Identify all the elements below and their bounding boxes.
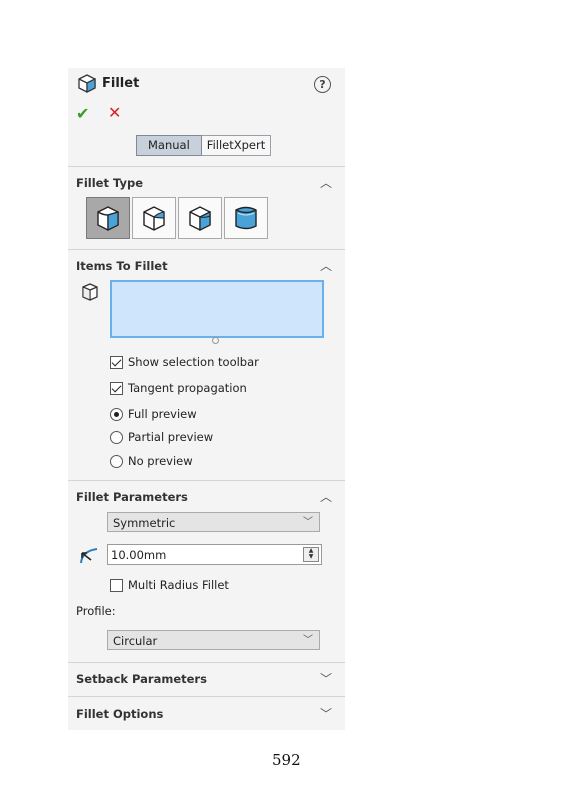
chevron-down-icon: ﹀: [303, 517, 313, 528]
help-icon[interactable]: ?: [314, 76, 331, 93]
divider: [68, 166, 345, 167]
option-label: Partial preview: [128, 430, 214, 444]
radio-button[interactable]: [110, 430, 123, 444]
option-label: Multi Radius Fillet: [128, 578, 229, 592]
spin-down-icon[interactable]: ▼: [304, 554, 318, 560]
variable-size-fillet-icon: [143, 206, 165, 231]
tab-manual[interactable]: Manual: [136, 135, 202, 156]
ok-button[interactable]: ✔: [76, 104, 89, 123]
mode-tabs: Manual FilletXpert: [136, 135, 272, 156]
items-to-fillet-heading[interactable]: Items To Fillet: [76, 259, 168, 273]
panel-title: Fillet: [102, 76, 140, 91]
face-fillet-button[interactable]: [178, 197, 222, 239]
fillet-feature-icon: [76, 73, 98, 97]
constant-size-fillet-button[interactable]: [86, 197, 130, 239]
items-selection-box[interactable]: [110, 280, 324, 338]
option-label: Full preview: [128, 407, 197, 421]
chevron-down-icon[interactable]: ﹀: [320, 705, 332, 722]
radio-button[interactable]: [110, 454, 123, 468]
radius-spinner[interactable]: ▲ ▼: [303, 547, 319, 562]
fillet-type-buttons: [86, 197, 270, 239]
multi-radius-fillet-option[interactable]: Multi Radius Fillet: [110, 578, 229, 592]
option-label: Tangent propagation: [128, 381, 247, 395]
resize-grip[interactable]: [212, 337, 219, 344]
tab-filletxpert[interactable]: FilletXpert: [201, 135, 272, 156]
page-number: 592: [272, 751, 301, 769]
divider: [68, 662, 345, 663]
chevron-up-icon[interactable]: ︿: [320, 174, 332, 191]
option-label: Show selection toolbar: [128, 355, 259, 369]
setback-parameters-heading[interactable]: Setback Parameters: [76, 672, 207, 686]
checkbox[interactable]: [110, 381, 123, 395]
no-preview-option[interactable]: No preview: [110, 454, 193, 468]
divider: [68, 696, 345, 697]
full-round-fillet-icon: [235, 206, 257, 230]
edge-selection-icon: [80, 282, 100, 306]
checkbox[interactable]: [110, 578, 123, 592]
fillet-property-manager: Fillet ? ✔ ✕ Manual FilletXpert Fillet T…: [68, 68, 345, 730]
full-preview-option[interactable]: Full preview: [110, 407, 197, 421]
fillet-type-heading[interactable]: Fillet Type: [76, 176, 143, 190]
option-label: No preview: [128, 454, 193, 468]
fillet-options-heading[interactable]: Fillet Options: [76, 707, 163, 721]
cancel-button[interactable]: ✕: [108, 103, 121, 122]
fillet-parameters-heading[interactable]: Fillet Parameters: [76, 490, 188, 504]
chevron-up-icon[interactable]: ︿: [320, 488, 332, 505]
profile-select[interactable]: Circular ﹀: [107, 630, 320, 650]
radius-input[interactable]: 10.00mm ▲ ▼: [107, 544, 322, 565]
face-fillet-icon: [189, 206, 211, 231]
fillet-method-select[interactable]: Symmetric ﹀: [107, 512, 320, 532]
constant-size-fillet-icon: [97, 206, 119, 231]
full-round-fillet-button[interactable]: [224, 197, 268, 239]
chevron-down-icon[interactable]: ﹀: [320, 670, 332, 687]
variable-size-fillet-button[interactable]: [132, 197, 176, 239]
select-value: Circular: [113, 634, 158, 648]
profile-label: Profile:: [76, 604, 116, 618]
radius-icon: [78, 545, 100, 569]
checkbox[interactable]: [110, 355, 123, 369]
chevron-down-icon: ﹀: [303, 635, 313, 646]
divider: [68, 249, 345, 250]
select-value: Symmetric: [113, 516, 176, 530]
chevron-up-icon[interactable]: ︿: [320, 257, 332, 274]
show-selection-toolbar-option[interactable]: Show selection toolbar: [110, 355, 259, 369]
radio-button[interactable]: [110, 407, 123, 421]
divider: [68, 480, 345, 481]
radius-value: 10.00mm: [111, 548, 167, 562]
tangent-propagation-option[interactable]: Tangent propagation: [110, 381, 247, 395]
partial-preview-option[interactable]: Partial preview: [110, 430, 213, 444]
